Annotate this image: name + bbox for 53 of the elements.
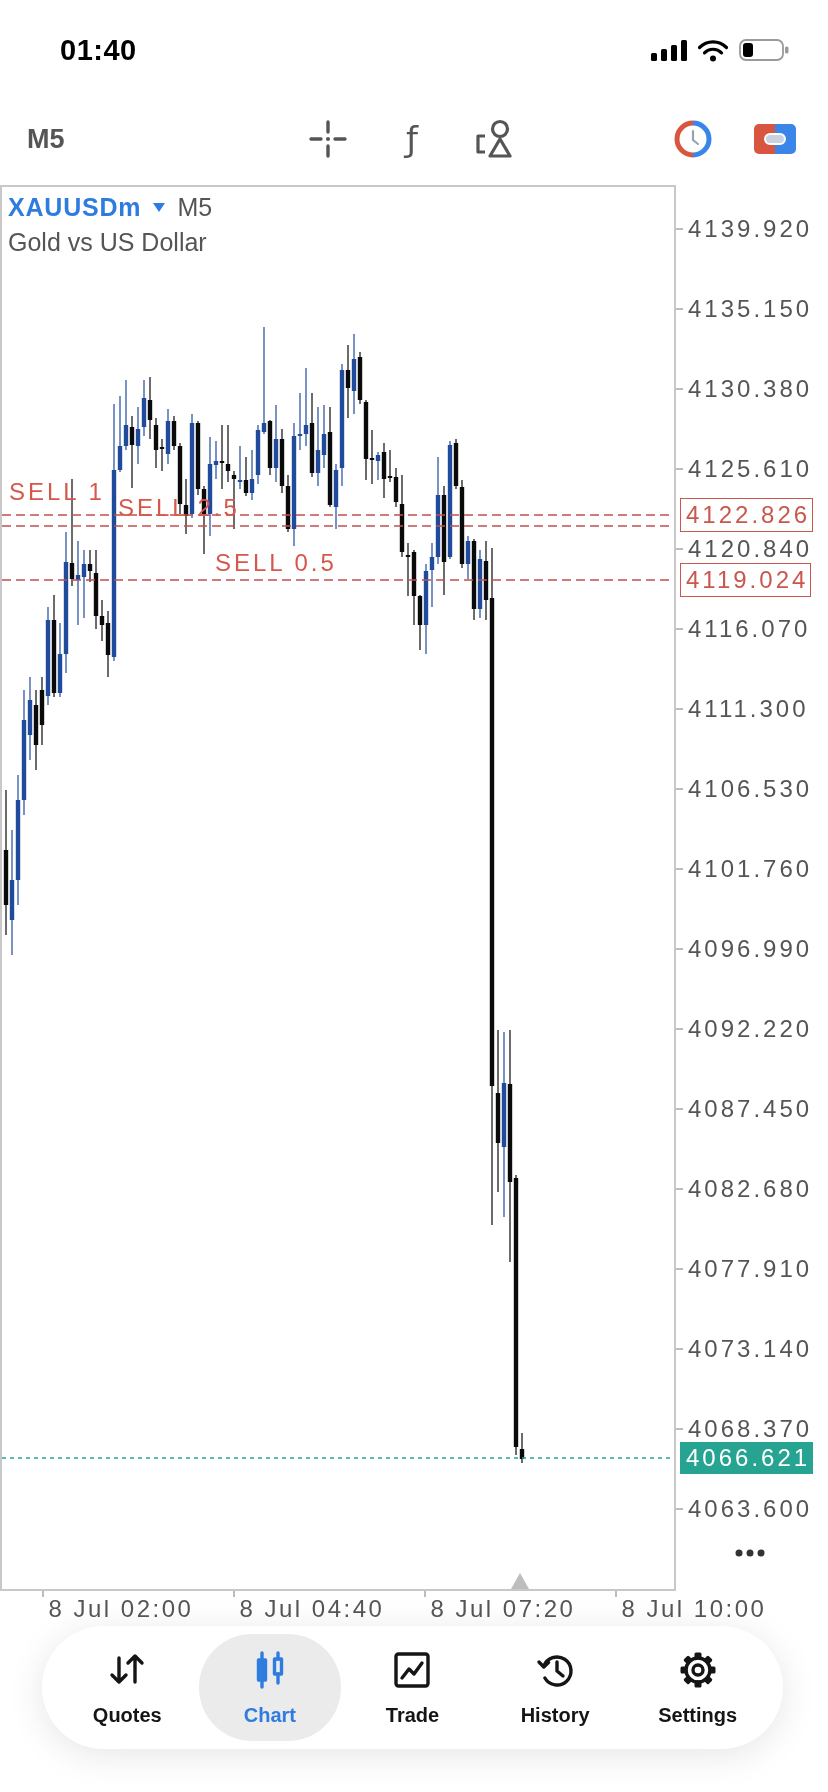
bullish-candle <box>375 451 381 481</box>
nav-tab[interactable]: Settings <box>626 1634 769 1741</box>
price-axis-label: 4116.070 <box>688 617 811 641</box>
caret-icon[interactable] <box>153 202 166 212</box>
chart-timeframe: M5 <box>177 192 213 222</box>
clock-icon[interactable] <box>673 119 713 159</box>
status-time: 01:40 <box>60 33 137 67</box>
symbol-name[interactable]: XAUUSDm <box>8 192 142 222</box>
price-axis-label: 4096.990 <box>688 937 813 961</box>
price-axis-label: 4068.370 <box>688 1417 813 1441</box>
signal-icon <box>651 39 687 61</box>
order-price-tag: 4119.024 <box>680 563 812 597</box>
bullish-candle <box>465 535 471 580</box>
nav-tab[interactable]: Trade <box>341 1634 484 1741</box>
price-axis-label: 4120.840 <box>688 537 813 561</box>
wifi-icon <box>697 38 729 62</box>
price-axis-label: 4139.920 <box>688 217 813 241</box>
price-axis-label: 4063.600 <box>688 1497 813 1521</box>
price-axis-label: 4130.380 <box>688 377 813 401</box>
timeframe-button[interactable]: M5 <box>27 123 87 155</box>
bullish-candle <box>237 445 243 490</box>
price-axis-label: 4087.450 <box>688 1097 813 1121</box>
price-axis-label: 4106.530 <box>688 777 813 801</box>
price-axis-label: 4135.150 <box>688 297 813 321</box>
toggle-icon[interactable] <box>754 124 796 154</box>
more-icon[interactable] <box>735 1549 765 1557</box>
price-axis-label: 4092.220 <box>688 1017 813 1041</box>
triangle-marker-icon[interactable] <box>511 1573 529 1589</box>
price-axis-label: 4125.610 <box>688 457 813 481</box>
time-axis-label: 8 Jul 07:20 <box>430 1597 576 1621</box>
shapes-icon[interactable] <box>475 119 515 159</box>
order-label: SELL 0.5 <box>215 551 337 575</box>
price-axis-label: 4101.760 <box>688 857 813 881</box>
price-axis-label: 4082.680 <box>688 1177 813 1201</box>
time-axis-label: 8 Jul 02:00 <box>48 1597 194 1621</box>
indicator-button[interactable]: ƒ <box>399 119 425 159</box>
order-price-tag: 4122.826 <box>680 498 814 532</box>
nav-tab[interactable]: History <box>483 1634 627 1741</box>
price-axis-label: 4073.140 <box>688 1337 813 1361</box>
bearish-candle <box>267 419 273 476</box>
symbol-description: Gold vs US Dollar <box>8 227 208 258</box>
bullish-candle <box>165 408 171 465</box>
bullish-candle <box>477 549 483 619</box>
time-axis-label: 8 Jul 04:40 <box>239 1597 385 1621</box>
nav-tab[interactable]: Quotes <box>56 1634 199 1741</box>
bearish-candle <box>243 456 249 497</box>
time-axis-label: 8 Jul 10:00 <box>621 1597 767 1621</box>
crosshair-icon[interactable] <box>309 120 347 158</box>
price-axis-label: 4077.910 <box>688 1257 813 1281</box>
line-chart-icon <box>392 1650 433 1690</box>
battery-icon <box>739 39 789 61</box>
price-axis-label: 4111.300 <box>688 697 809 721</box>
current-price-tag: 4066.621 <box>680 1442 814 1474</box>
